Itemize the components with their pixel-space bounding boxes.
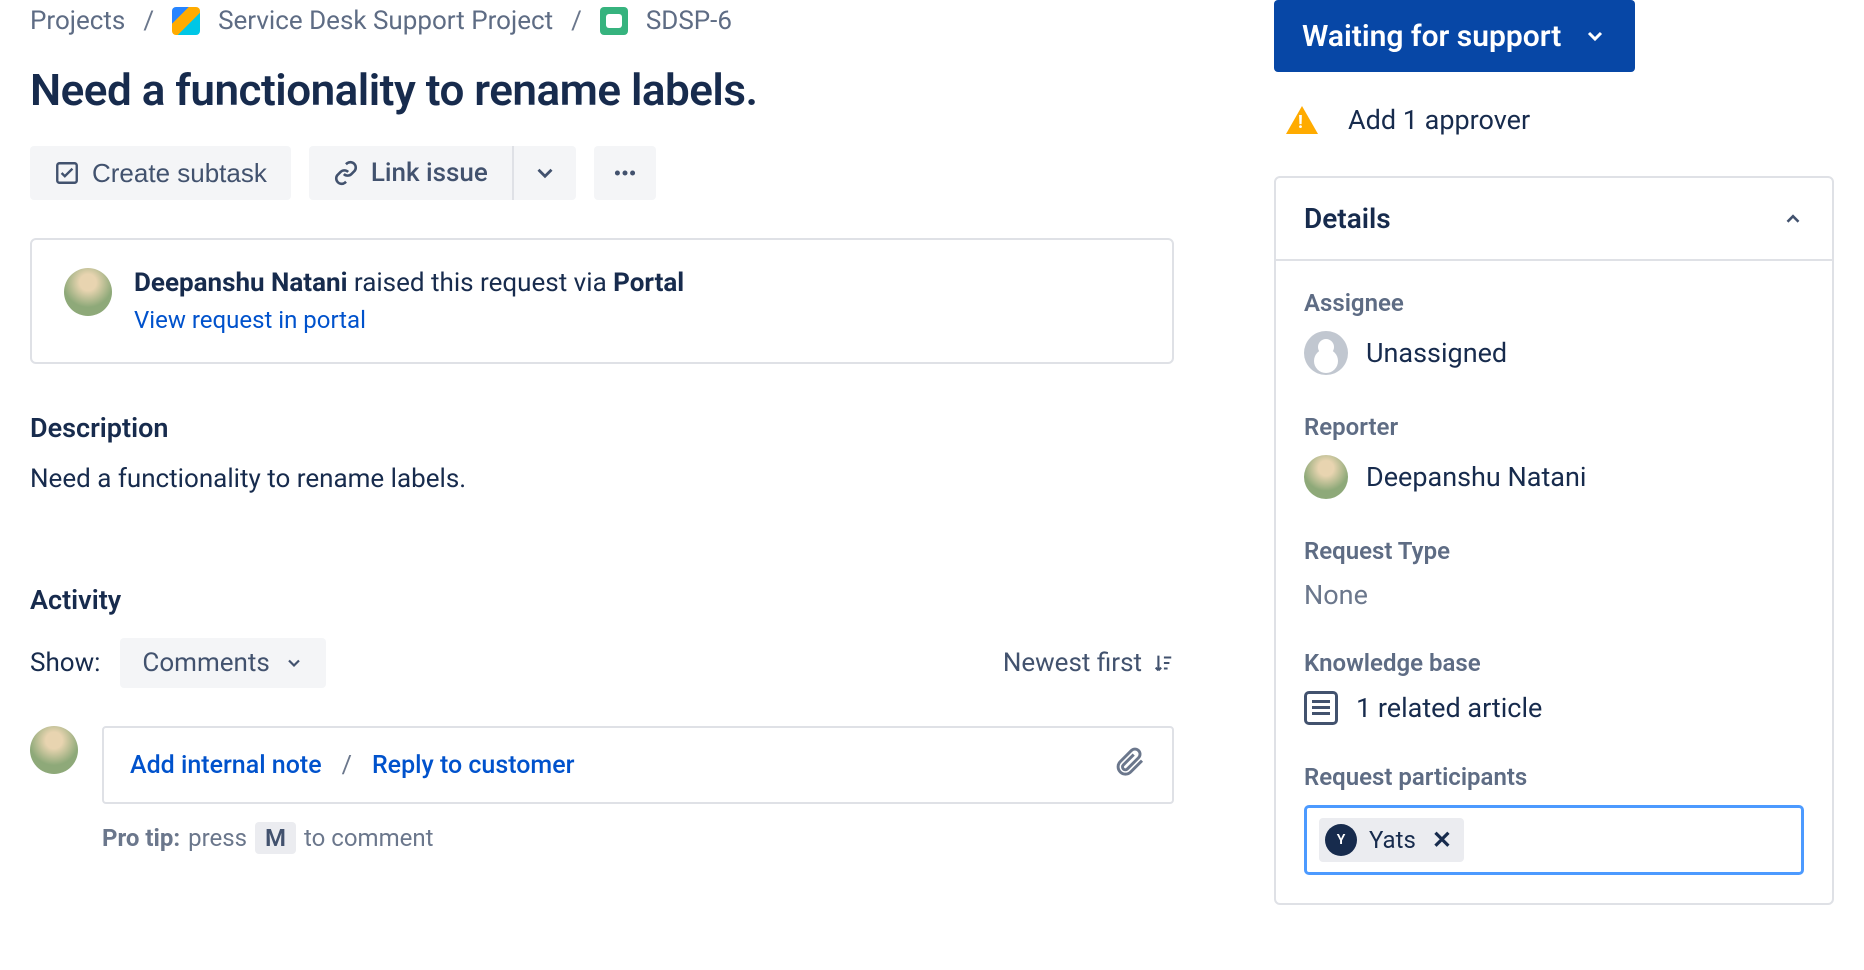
approver-row[interactable]: Add 1 approver: [1274, 104, 1834, 136]
knowledge-base-field[interactable]: Knowledge base 1 related article: [1304, 649, 1804, 725]
status-label: Waiting for support: [1302, 19, 1561, 54]
participant-chip-text: Yats: [1369, 826, 1416, 854]
comment-divider: /: [342, 751, 352, 780]
breadcrumb-separator: /: [143, 6, 154, 36]
link-issue-button[interactable]: Link issue: [309, 146, 512, 200]
request-participants-field: Request participants Y Yats ✕: [1304, 763, 1804, 875]
activity-sort-label: Newest first: [1003, 648, 1142, 678]
activity-filter-select[interactable]: Comments: [120, 638, 325, 688]
approver-text: Add 1 approver: [1348, 104, 1530, 136]
reply-to-customer-link[interactable]: Reply to customer: [372, 751, 575, 780]
request-type-label: Request Type: [1304, 537, 1804, 565]
attachment-button[interactable]: [1114, 746, 1146, 785]
activity-filter-value: Comments: [142, 648, 269, 678]
status-button[interactable]: Waiting for support: [1274, 0, 1635, 72]
knowledge-base-label: Knowledge base: [1304, 649, 1804, 677]
request-type-value: None: [1304, 579, 1804, 611]
breadcrumb-project-name[interactable]: Service Desk Support Project: [218, 6, 553, 36]
pro-tip-key: M: [255, 822, 296, 854]
request-type-field[interactable]: Request Type None: [1304, 537, 1804, 611]
current-user-avatar: [30, 726, 78, 774]
issue-title[interactable]: Need a functionality to rename labels.: [30, 64, 1174, 116]
description-section: Description Need a functionality to rena…: [30, 412, 1174, 494]
assignee-value: Unassigned: [1366, 337, 1507, 369]
participant-chip-remove[interactable]: ✕: [1432, 826, 1452, 854]
breadcrumb-issue-key[interactable]: SDSP-6: [646, 6, 732, 36]
link-issue-dropdown[interactable]: [512, 146, 576, 200]
create-subtask-label: Create subtask: [92, 158, 267, 189]
request-participants-input[interactable]: Y Yats ✕: [1304, 805, 1804, 875]
participant-chip-avatar: Y: [1325, 824, 1357, 856]
breadcrumb-projects[interactable]: Projects: [30, 6, 125, 36]
portal-info-card: Deepanshu Natani raised this request via…: [30, 238, 1174, 364]
participant-chip: Y Yats ✕: [1319, 818, 1464, 862]
issue-actions-toolbar: Create subtask Link issue: [30, 146, 1174, 200]
details-header[interactable]: Details: [1276, 178, 1832, 261]
reporter-avatar-icon: [1304, 455, 1348, 499]
activity-show-label: Show:: [30, 648, 100, 678]
breadcrumb: Projects / Service Desk Support Project …: [30, 6, 1174, 36]
create-subtask-button[interactable]: Create subtask: [30, 146, 291, 200]
details-panel: Details Assignee Unassigned Reporter: [1274, 176, 1834, 905]
reporter-value: Deepanshu Natani: [1366, 461, 1586, 493]
link-issue-label: Link issue: [371, 158, 488, 188]
reporter-label: Reporter: [1304, 413, 1804, 441]
more-actions-button[interactable]: [594, 146, 656, 200]
view-request-portal-link[interactable]: View request in portal: [134, 306, 366, 334]
activity-section: Activity Show: Comments Newest first: [30, 584, 1174, 854]
pro-tip-label: Pro tip:: [102, 824, 180, 852]
description-heading: Description: [30, 412, 1174, 444]
paperclip-icon: [1114, 746, 1146, 778]
request-participants-label: Request participants: [1304, 763, 1804, 791]
description-body[interactable]: Need a functionality to rename labels.: [30, 464, 1174, 494]
portal-reporter-name: Deepanshu Natani: [134, 268, 347, 298]
reporter-avatar: [64, 268, 112, 316]
comment-input[interactable]: Add internal note / Reply to customer: [102, 726, 1174, 804]
pro-tip-suffix: to comment: [304, 824, 433, 852]
warning-icon: [1286, 106, 1318, 134]
details-header-label: Details: [1304, 202, 1391, 235]
pro-tip-text: Pro tip: press M to comment: [102, 822, 1174, 854]
sort-icon: [1152, 652, 1174, 674]
link-issue-split-button: Link issue: [309, 146, 576, 200]
activity-sort-button[interactable]: Newest first: [1003, 648, 1174, 678]
subtask-icon: [54, 160, 80, 186]
unassigned-avatar-icon: [1304, 331, 1348, 375]
portal-raised-text: Deepanshu Natani raised this request via…: [134, 268, 684, 298]
link-icon: [333, 160, 359, 186]
more-icon: [612, 160, 638, 186]
pro-tip-prefix: press: [188, 824, 247, 852]
portal-raised-via: raised this request via: [347, 268, 613, 298]
project-icon: [172, 7, 200, 35]
assignee-field[interactable]: Assignee Unassigned: [1304, 289, 1804, 375]
activity-heading: Activity: [30, 584, 1174, 616]
add-internal-note-link[interactable]: Add internal note: [130, 751, 322, 780]
chevron-down-icon: [532, 160, 558, 186]
breadcrumb-separator: /: [571, 6, 582, 36]
reporter-field[interactable]: Reporter Deepanshu Natani: [1304, 413, 1804, 499]
assignee-label: Assignee: [1304, 289, 1804, 317]
portal-channel: Portal: [613, 268, 684, 298]
article-icon: [1304, 691, 1338, 725]
knowledge-base-value: 1 related article: [1356, 692, 1542, 724]
chevron-down-icon: [284, 653, 304, 673]
issue-type-icon: [600, 7, 628, 35]
chevron-down-icon: [1583, 24, 1607, 48]
chevron-up-icon: [1782, 208, 1804, 230]
